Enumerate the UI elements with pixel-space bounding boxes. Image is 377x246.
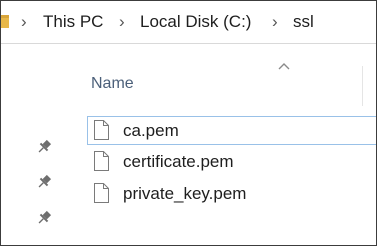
breadcrumb-this-pc[interactable]: This PC: [43, 11, 103, 33]
file-name[interactable]: private_key.pem: [123, 183, 246, 204]
file-name[interactable]: ca.pem: [123, 120, 179, 141]
file-icon: [93, 183, 109, 203]
chevron-right-icon[interactable]: ›: [21, 11, 27, 33]
explorer-window: › This PC › Local Disk (C:) › ssl Name c…: [0, 0, 377, 246]
address-bar[interactable]: › This PC › Local Disk (C:) › ssl: [1, 1, 376, 44]
chevron-right-icon[interactable]: ›: [119, 11, 125, 33]
file-row-certificate-pem[interactable]: certificate.pem: [87, 147, 376, 176]
sort-ascending-icon: [277, 58, 291, 70]
column-header-row: Name: [1, 44, 376, 106]
file-name[interactable]: certificate.pem: [123, 151, 234, 172]
pin-icon[interactable]: [35, 209, 53, 227]
file-icon: [93, 120, 109, 140]
column-header-name[interactable]: Name: [91, 74, 134, 94]
pin-icon[interactable]: [35, 138, 53, 156]
folder-icon: [1, 13, 9, 30]
breadcrumb-ssl[interactable]: ssl: [293, 11, 314, 33]
file-row-private-key-pem[interactable]: private_key.pem: [87, 179, 376, 208]
pin-icon[interactable]: [35, 173, 53, 191]
column-divider[interactable]: [362, 66, 363, 106]
file-row-ca-pem[interactable]: ca.pem: [87, 116, 376, 145]
file-icon: [93, 151, 109, 171]
breadcrumb-local-disk[interactable]: Local Disk (C:): [140, 11, 251, 33]
chevron-right-icon[interactable]: ›: [272, 11, 278, 33]
